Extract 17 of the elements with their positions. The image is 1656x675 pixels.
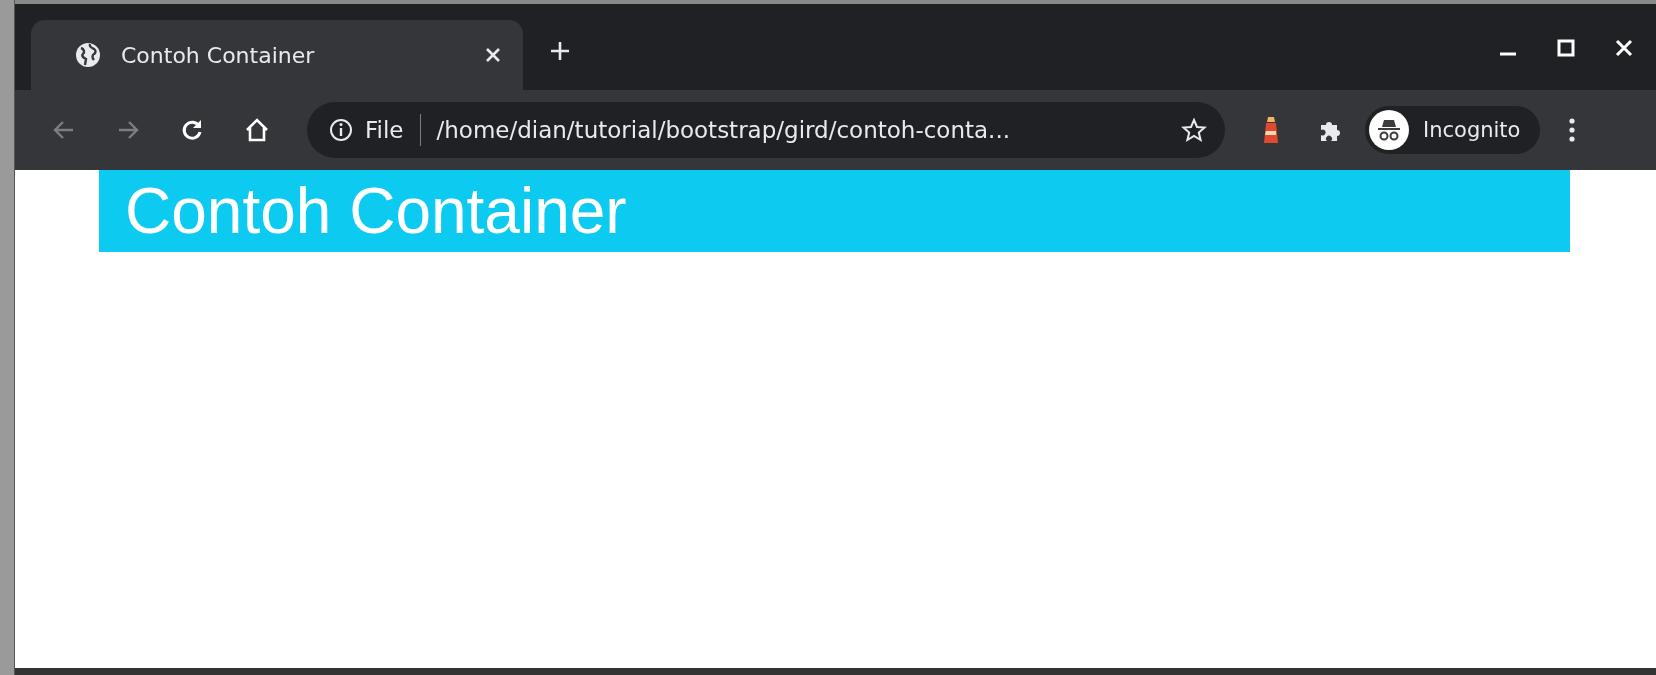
incognito-chip[interactable]: Incognito bbox=[1365, 106, 1541, 154]
address-bar[interactable]: File /home/dian/tutorial/bootstrap/gird/contoh-conta... bbox=[307, 102, 1225, 158]
tab-title: Contoh Container bbox=[121, 42, 316, 68]
browser-tab[interactable]: Contoh Container bbox=[31, 20, 523, 90]
info-icon bbox=[329, 118, 353, 142]
incognito-icon bbox=[1369, 110, 1409, 150]
page-heading: Contoh Container bbox=[124, 174, 627, 249]
close-icon[interactable] bbox=[1614, 38, 1634, 58]
globe-icon bbox=[75, 42, 101, 68]
site-info-label: File bbox=[365, 117, 404, 143]
plus-icon[interactable] bbox=[549, 40, 571, 62]
star-icon[interactable] bbox=[1181, 117, 1207, 143]
menu-icon[interactable] bbox=[1568, 116, 1577, 144]
maximize-icon[interactable] bbox=[1556, 38, 1576, 58]
close-tab-icon[interactable] bbox=[485, 47, 501, 63]
lighthouse-icon[interactable] bbox=[1261, 115, 1281, 145]
url-text: /home/dian/tutorial/bootstrap/gird/contoh-conta... bbox=[436, 117, 1012, 143]
